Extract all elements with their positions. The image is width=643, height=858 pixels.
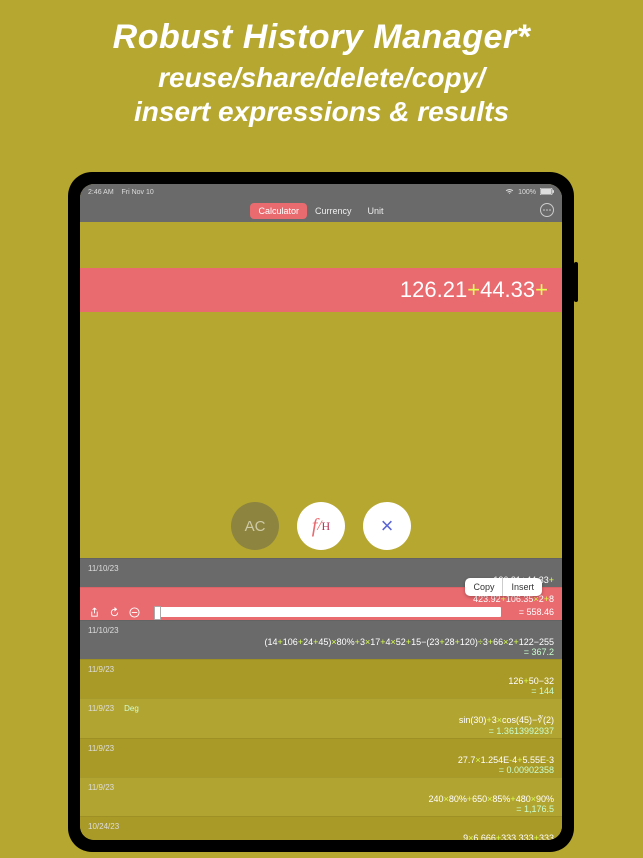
status-bar: 2:46 AM Fri Nov 10 100% [80,184,562,200]
history-row[interactable]: 11/9/2327.7×1.254E-4+5.55E-3= 0.00902358 [80,738,562,777]
history-date: 11/9/23 [88,704,114,713]
history-result: = 1.3613992937 [88,726,554,736]
tab-calculator[interactable]: Calculator [250,203,307,219]
history-expression: 240×80%+650×85%+480×90% [88,792,554,804]
share-icon[interactable] [88,606,100,618]
promo-title: Robust History Manager* [16,18,627,57]
wifi-icon [505,188,514,197]
history-date: 11/10/23 [88,564,119,573]
tab-currency[interactable]: Currency [307,203,360,219]
context-popover: CopyInsert [465,578,542,596]
reuse-icon[interactable] [108,606,120,618]
history-expression: (14+106+24+45)×80%+3×17+4×52+15−(23+28+1… [88,635,554,647]
delete-icon[interactable] [128,606,140,618]
history-row[interactable]: 11/10/23(14+106+24+45)×80%+3×17+4×52+15−… [80,620,562,659]
expression-input[interactable]: 126.21 + 44.33 + [80,268,562,312]
promo-subtitle: reuse/share/delete/copy/ insert expressi… [16,61,627,128]
status-time: 2:46 AM [88,189,114,196]
ipad-frame: 2:46 AM Fri Nov 10 100% Calculator Curre… [68,172,574,852]
history-date: 11/9/23 [88,783,114,792]
history-result: = 558.46 [519,607,554,617]
screen: 2:46 AM Fri Nov 10 100% Calculator Curre… [80,184,562,840]
history-result: = 0.00902358 [88,765,554,775]
mode-tab-bar: Calculator Currency Unit [80,200,562,222]
copy-action[interactable]: Copy [465,578,502,596]
clear-button[interactable]: AC [231,502,279,550]
history-result: = 144 [88,686,554,696]
history-result: = 1,176.5 [88,804,554,814]
status-date: Fri Nov 10 [121,189,153,196]
history-row[interactable]: 11/9/23126+50−32= 144 [80,659,562,698]
history-row[interactable]: 10/24/239×6,666+333,333+333= 393,660 [80,816,562,840]
history-row[interactable]: 11/9/23 Degsin(30)+3×cos(45)−∛(2)= 1.3613… [80,698,562,738]
history-date: 11/9/23 [88,665,114,674]
history-mode: Deg [124,704,139,713]
history-expression: sin(30)+3×cos(45)−∛(2) [88,713,554,726]
multiply-button[interactable]: × [363,502,411,550]
insert-action[interactable]: Insert [502,578,542,596]
history-slider[interactable] [154,607,501,617]
function-history-button[interactable]: f/H [297,502,345,550]
history-date: 11/10/23 [88,626,119,635]
history-expression: 27.7×1.254E-4+5.55E-3 [88,753,554,765]
history-expression: 126+50−32 [88,674,554,686]
action-buttons-row: AC f/H × [80,502,562,550]
history-row[interactable]: 11/9/23240×80%+650×85%+480×90%= 1,176.5 [80,777,562,816]
history-panel: 11/10/23126.21+44.33+CopyInsert423.92+10… [80,558,562,840]
tab-unit[interactable]: Unit [360,203,392,219]
more-menu-button[interactable] [540,203,554,217]
history-date: 11/9/23 [88,744,114,753]
history-result: = 367.2 [88,647,554,657]
history-date: 10/24/23 [88,822,119,831]
history-row[interactable]: CopyInsert423.92+106.35×2+8= 558.46 [80,587,562,620]
history-expression: 9×6,666+333,333+333 [88,831,554,840]
status-battery: 100% [518,189,536,196]
battery-icon [540,188,554,197]
